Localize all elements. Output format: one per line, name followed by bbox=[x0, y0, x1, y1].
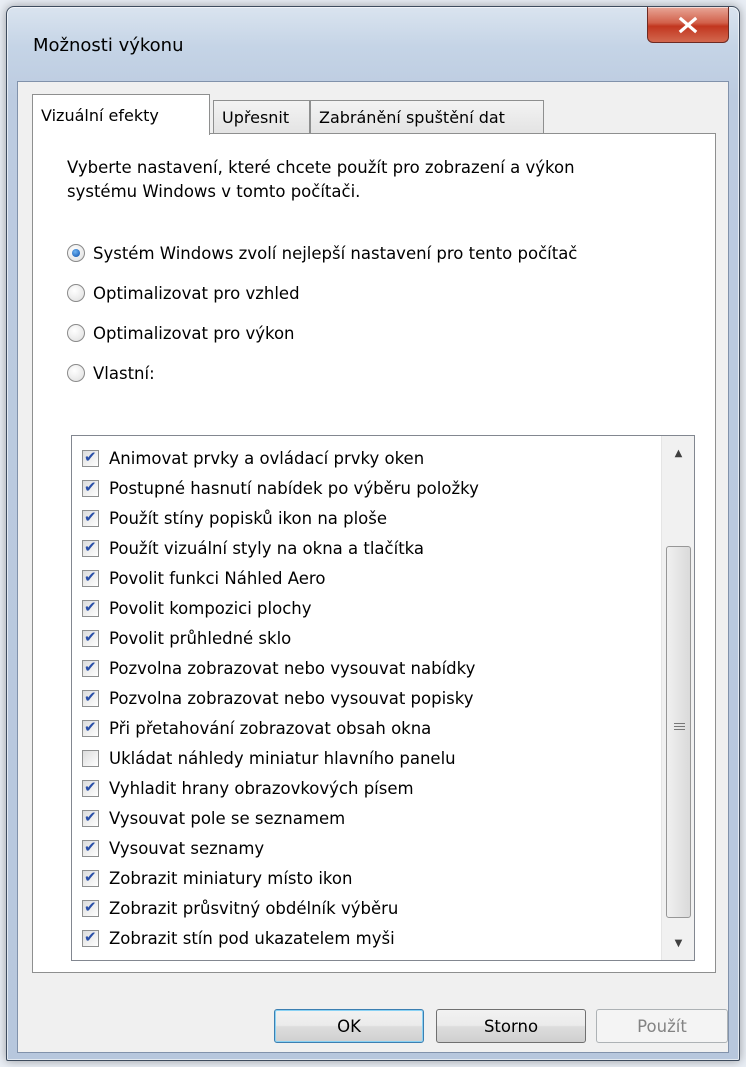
tab-label: Zabránění spuštění dat bbox=[319, 108, 505, 127]
tab-label: Upřesnit bbox=[222, 108, 290, 127]
effect-label: Použít stíny popisků ikon na ploše bbox=[109, 508, 388, 528]
effect-label: Použít vizuální styly na okna a tlačítka bbox=[109, 538, 425, 558]
effect-label: Zobrazit miniatury místo ikon bbox=[109, 868, 353, 888]
tab-label: Vizuální efekty bbox=[41, 105, 159, 125]
effect-label: Povolit funkci Náhled Aero bbox=[109, 568, 326, 588]
effect-list-item[interactable]: Postupné hasnutí nabídek po výběru polož… bbox=[72, 473, 660, 503]
effect-checkbox[interactable] bbox=[82, 928, 99, 947]
effect-list-item[interactable]: Ukládat náhledy miniatur hlavního panelu bbox=[72, 743, 660, 773]
effect-label: Vysouvat pole se seznamem bbox=[109, 808, 346, 828]
effect-list-item[interactable]: Pozvolna zobrazovat nebo vysouvat popisk… bbox=[72, 683, 660, 713]
effect-label: Zobrazit průsvitný obdélník výběru bbox=[109, 898, 399, 918]
tab-visual-effects[interactable]: Vizuální efekty bbox=[32, 94, 210, 135]
close-icon bbox=[678, 16, 698, 33]
performance-options-window: Možnosti výkonu Vizuální efekty Upřesnit… bbox=[6, 6, 740, 1061]
effect-label: Ukládat náhledy miniatur hlavního panelu bbox=[109, 748, 456, 768]
effect-list-item[interactable]: Vyhladit hrany obrazovkových písem bbox=[72, 773, 660, 803]
radio-custom[interactable]: Vlastní: bbox=[67, 361, 155, 385]
effect-label: Zobrazovat stín pod okny bbox=[109, 959, 320, 961]
effect-list-item[interactable]: Vysouvat seznamy bbox=[72, 833, 660, 863]
effect-checkbox[interactable] bbox=[82, 538, 99, 557]
scroll-down-button[interactable]: ▼ bbox=[662, 926, 694, 960]
close-button[interactable] bbox=[647, 7, 729, 43]
apply-button[interactable]: Použít bbox=[596, 1009, 728, 1043]
effect-checkbox[interactable] bbox=[82, 718, 99, 737]
radio-button[interactable] bbox=[67, 324, 85, 342]
radio-let-windows-choose[interactable]: Systém Windows zvolí nejlepší nastavení … bbox=[67, 241, 577, 265]
effects-list[interactable]: Animovat prvky a ovládací prvky oken Post… bbox=[71, 435, 695, 961]
effect-checkbox[interactable] bbox=[82, 749, 99, 767]
effect-checkbox[interactable] bbox=[82, 598, 99, 617]
effect-list-item[interactable]: Povolit funkci Náhled Aero bbox=[72, 563, 660, 593]
effect-list-item[interactable]: Pozvolna zobrazovat nebo vysouvat nabídk… bbox=[72, 653, 660, 683]
radio-label: Systém Windows zvolí nejlepší nastavení … bbox=[93, 243, 578, 263]
effect-list-item[interactable]: Povolit kompozici plochy bbox=[72, 593, 660, 623]
radio-button[interactable] bbox=[67, 364, 85, 382]
effect-checkbox[interactable] bbox=[82, 688, 99, 707]
effects-list-scrollbar[interactable]: ▲ ▼ bbox=[661, 436, 694, 960]
effect-label: Vysouvat seznamy bbox=[109, 838, 265, 858]
scroll-thumb[interactable] bbox=[666, 546, 691, 918]
visual-effects-panel: Vyberte nastavení, které chcete použít p… bbox=[32, 133, 716, 973]
effect-checkbox[interactable] bbox=[82, 658, 99, 677]
effect-checkbox[interactable] bbox=[82, 508, 99, 527]
effect-label: Vyhladit hrany obrazovkových písem bbox=[109, 778, 414, 798]
effect-checkbox[interactable] bbox=[82, 448, 99, 467]
effect-checkbox[interactable] bbox=[82, 838, 99, 857]
effect-checkbox[interactable] bbox=[82, 808, 99, 827]
scroll-up-button[interactable]: ▲ bbox=[662, 436, 694, 470]
window-title: Možnosti výkonu bbox=[33, 35, 184, 56]
effect-checkbox[interactable] bbox=[82, 478, 99, 497]
effect-checkbox[interactable] bbox=[82, 628, 99, 647]
effects-list-items: Animovat prvky a ovládací prvky oken Post… bbox=[72, 436, 660, 960]
ok-button[interactable]: OK bbox=[274, 1009, 424, 1043]
effect-list-item[interactable]: Při přetahování zobrazovat obsah okna bbox=[72, 713, 660, 743]
effect-checkbox[interactable] bbox=[82, 568, 99, 587]
dialog-client-area: Vizuální efekty Upřesnit Zabránění spušt… bbox=[17, 81, 729, 1053]
tab-data-execution-prevention[interactable]: Zabránění spuštění dat bbox=[310, 100, 544, 134]
effect-label: Pozvolna zobrazovat nebo vysouvat nabídk… bbox=[109, 658, 476, 678]
radio-label: Optimalizovat pro výkon bbox=[93, 323, 295, 343]
effect-list-item[interactable]: Zobrazovat stín pod okny bbox=[72, 953, 660, 961]
effect-list-item[interactable]: Povolit průhledné sklo bbox=[72, 623, 660, 653]
radio-label: Vlastní: bbox=[93, 363, 155, 383]
effect-list-item[interactable]: Zobrazit průsvitný obdélník výběru bbox=[72, 893, 660, 923]
effect-list-item[interactable]: Animovat prvky a ovládací prvky oken bbox=[72, 443, 660, 473]
effect-label: Animovat prvky a ovládací prvky oken bbox=[109, 448, 425, 468]
effect-label: Povolit kompozici plochy bbox=[109, 598, 312, 618]
tab-advanced[interactable]: Upřesnit bbox=[213, 100, 310, 134]
effect-label: Při přetahování zobrazovat obsah okna bbox=[109, 718, 432, 738]
effect-list-item[interactable]: Zobrazit stín pod ukazatelem myši bbox=[72, 923, 660, 953]
effect-list-item[interactable]: Zobrazit miniatury místo ikon bbox=[72, 863, 660, 893]
effect-label: Postupné hasnutí nabídek po výběru polož… bbox=[109, 478, 479, 498]
effect-label: Pozvolna zobrazovat nebo vysouvat popisk… bbox=[109, 688, 474, 708]
effect-list-item[interactable]: Použít vizuální styly na okna a tlačítka bbox=[72, 533, 660, 563]
effect-label: Povolit průhledné sklo bbox=[109, 628, 292, 648]
description-text: Vyberte nastavení, které chcete použít p… bbox=[67, 156, 687, 204]
effect-checkbox[interactable] bbox=[82, 778, 99, 797]
arrow-up-icon: ▲ bbox=[674, 447, 683, 459]
arrow-down-icon: ▼ bbox=[674, 937, 683, 949]
effect-checkbox[interactable] bbox=[82, 898, 99, 917]
radio-button[interactable] bbox=[67, 244, 85, 262]
effect-checkbox[interactable] bbox=[82, 958, 99, 960]
grip-icon bbox=[674, 723, 685, 732]
radio-best-performance[interactable]: Optimalizovat pro výkon bbox=[67, 321, 295, 345]
description-line-2: systému Windows v tomto počítači. bbox=[67, 182, 361, 201]
radio-label: Optimalizovat pro vzhled bbox=[93, 283, 300, 303]
effect-label: Zobrazit stín pod ukazatelem myši bbox=[109, 928, 395, 948]
description-line-1: Vyberte nastavení, které chcete použít p… bbox=[67, 158, 575, 177]
effect-checkbox[interactable] bbox=[82, 868, 99, 887]
effect-list-item[interactable]: Vysouvat pole se seznamem bbox=[72, 803, 660, 833]
radio-best-appearance[interactable]: Optimalizovat pro vzhled bbox=[67, 281, 300, 305]
cancel-button[interactable]: Storno bbox=[436, 1009, 586, 1043]
effect-list-item[interactable]: Použít stíny popisků ikon na ploše bbox=[72, 503, 660, 533]
radio-button[interactable] bbox=[67, 284, 85, 302]
